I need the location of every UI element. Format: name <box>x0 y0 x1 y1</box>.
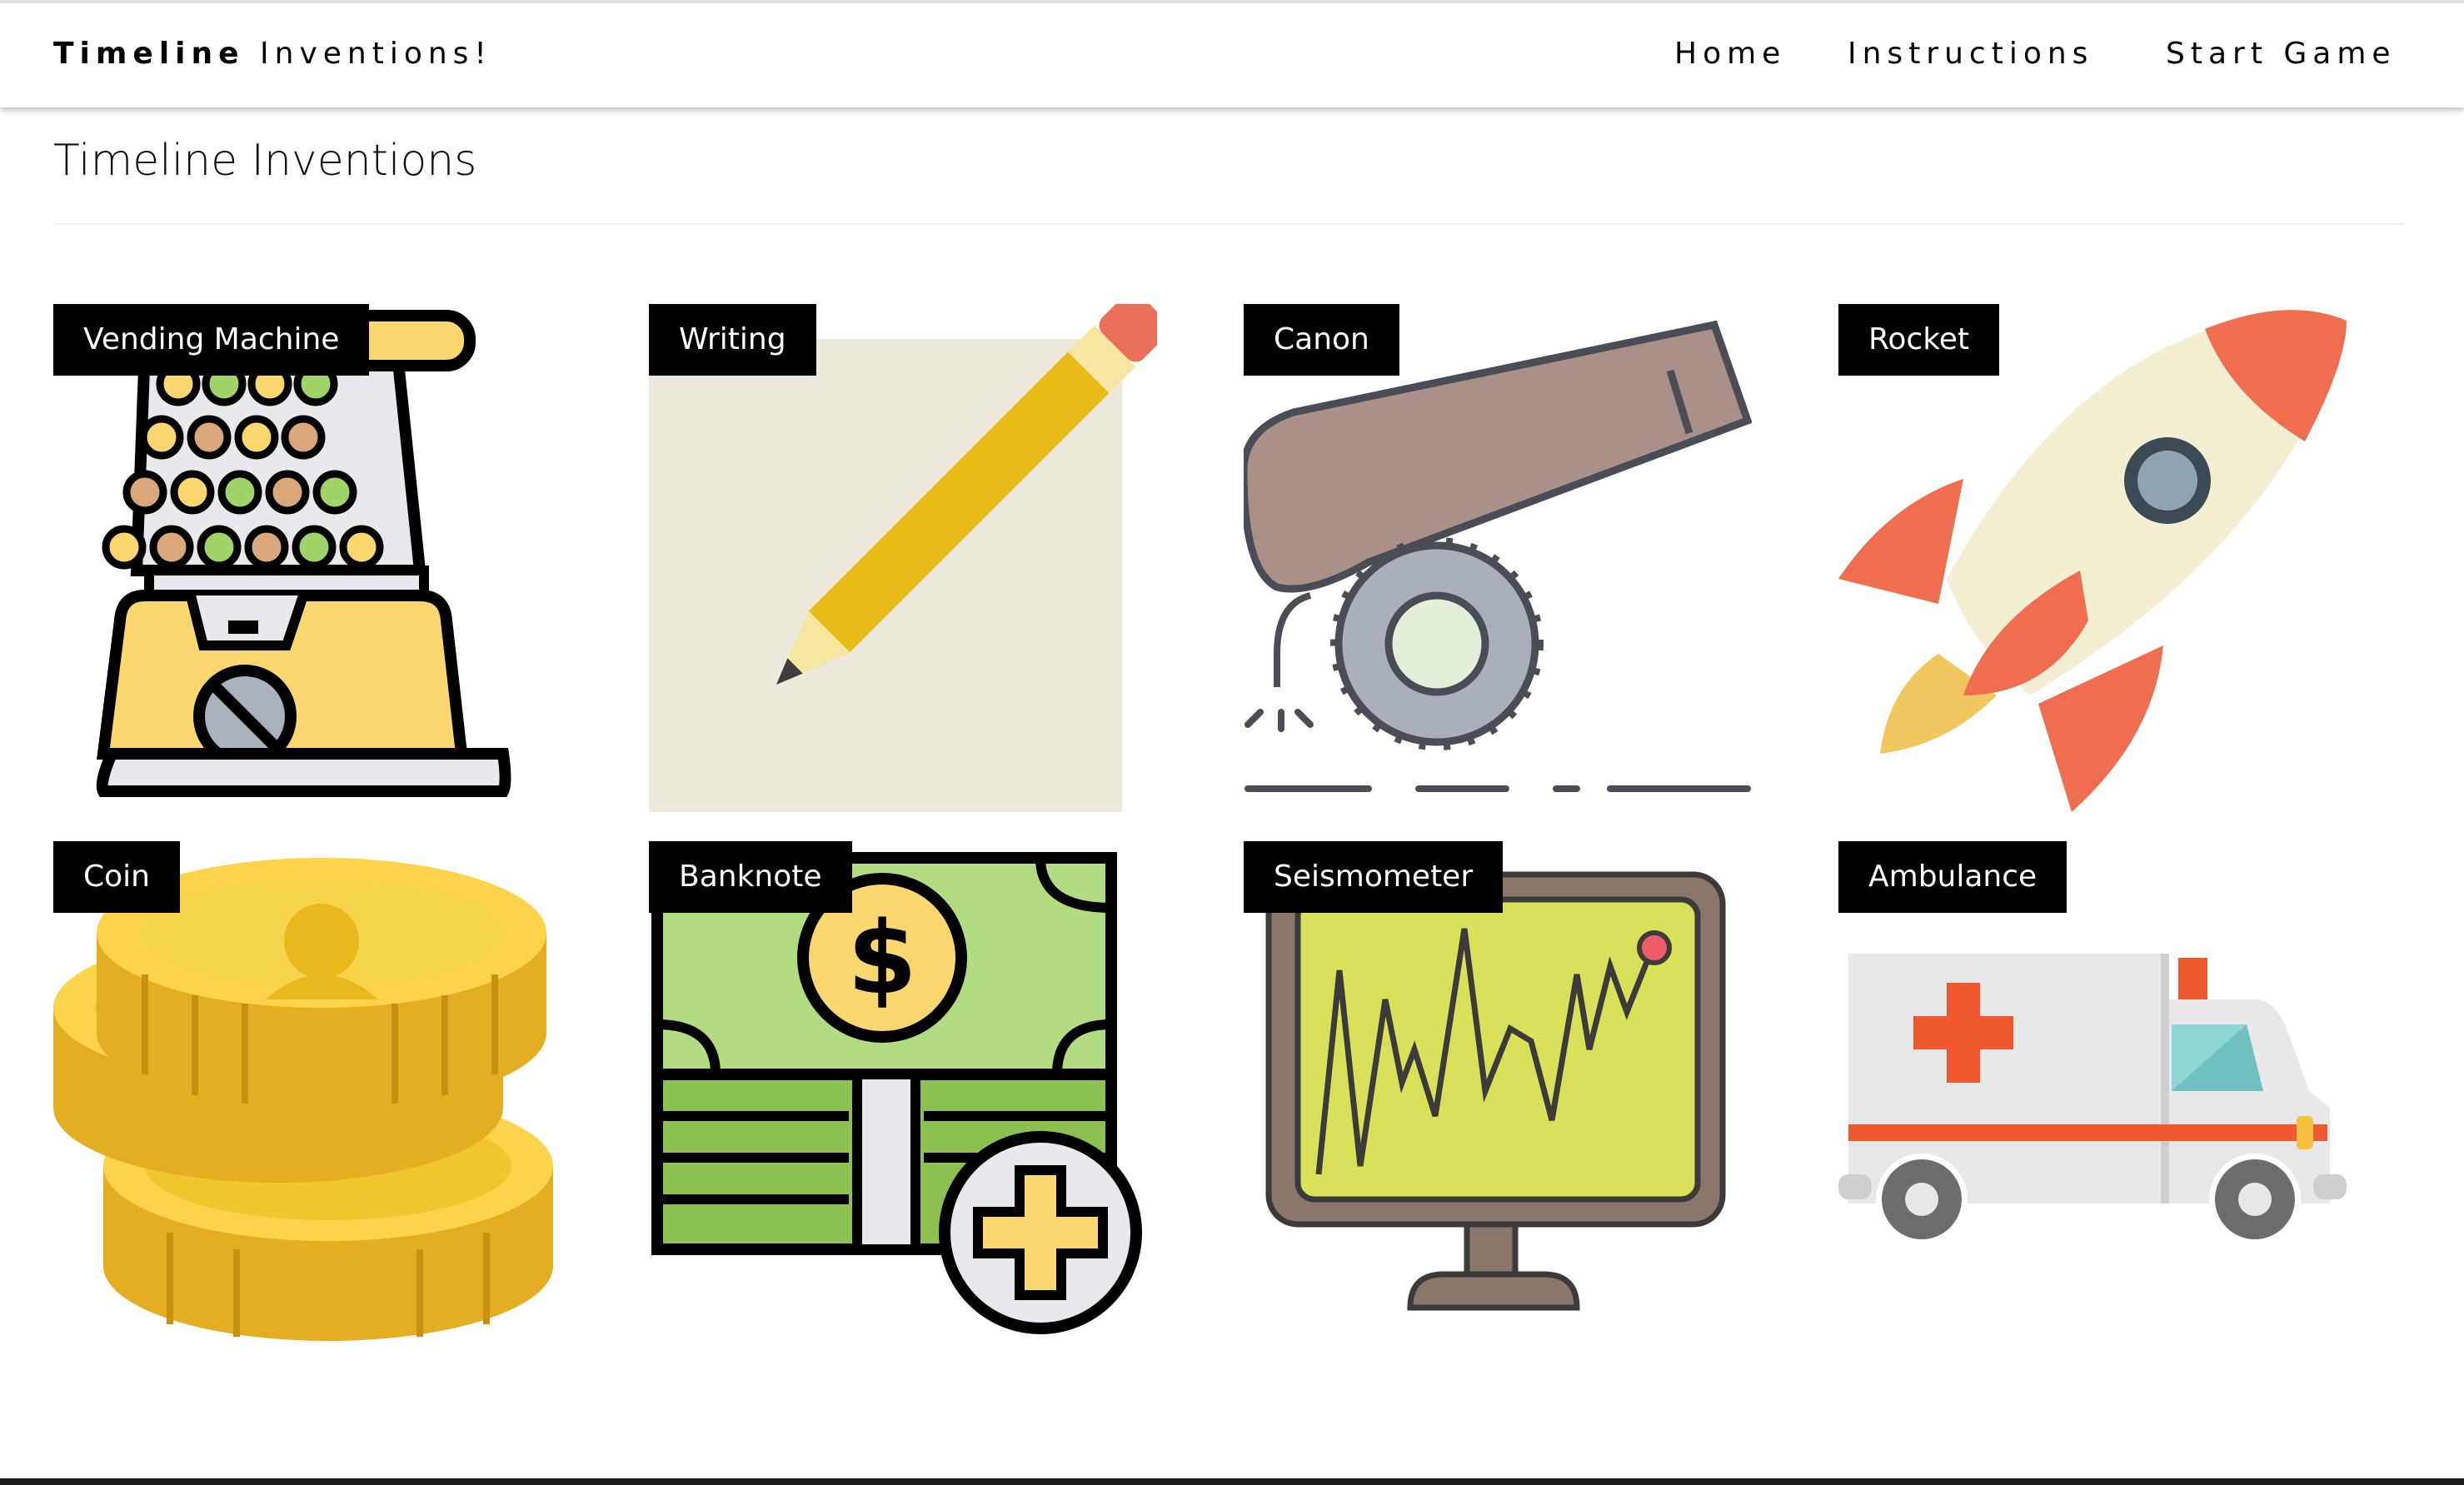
svg-text:$: $ <box>847 901 917 1017</box>
card-label: Vending Machine <box>53 304 370 376</box>
ambulance-icon <box>1838 954 2347 1245</box>
seismometer-icon <box>1265 871 1726 1311</box>
coins-icon <box>53 858 553 1341</box>
card-label: Rocket <box>1838 304 2000 376</box>
card-label: Writing <box>649 304 816 376</box>
window-bottom-edge <box>0 1478 2464 1485</box>
rocket-icon <box>1838 310 2347 812</box>
brand-logo[interactable]: Timeline Inventions! <box>53 37 492 71</box>
pencil-icon <box>649 304 1157 812</box>
nav-instructions[interactable]: Instructions <box>1848 37 2093 71</box>
card-seismometer[interactable]: Seismometer <box>1244 841 1752 1349</box>
nav-home[interactable]: Home <box>1674 37 1786 71</box>
navbar: Timeline Inventions! Home Instructions S… <box>0 0 2464 107</box>
gumball-machine-icon <box>96 310 511 797</box>
cannon-icon <box>1244 320 1752 792</box>
card-label: Seismometer <box>1244 841 1504 913</box>
card-vending-machine[interactable]: Vending Machine <box>53 304 561 812</box>
card-banknote[interactable]: $ Banknote <box>649 841 1157 1349</box>
card-label: Coin <box>53 841 180 913</box>
card-ambulance[interactable]: Ambulance <box>1838 841 2347 1349</box>
card-canon[interactable]: Canon <box>1244 304 1752 812</box>
card-label: Banknote <box>649 841 852 913</box>
card-label: Canon <box>1244 304 1399 376</box>
card-rocket[interactable]: Rocket <box>1838 304 2347 812</box>
page-title: Timeline Inventions <box>53 136 477 186</box>
banknote-icon: $ <box>651 852 1142 1334</box>
brand-bold: Timeline <box>53 37 245 71</box>
nav-start-game[interactable]: Start Game <box>2166 37 2397 71</box>
brand-rest: Inventions! <box>260 37 492 71</box>
card-label: Ambulance <box>1838 841 2067 913</box>
card-writing[interactable]: Writing <box>649 304 1157 812</box>
card-coin[interactable]: Coin <box>53 841 561 1349</box>
divider <box>53 223 2404 225</box>
